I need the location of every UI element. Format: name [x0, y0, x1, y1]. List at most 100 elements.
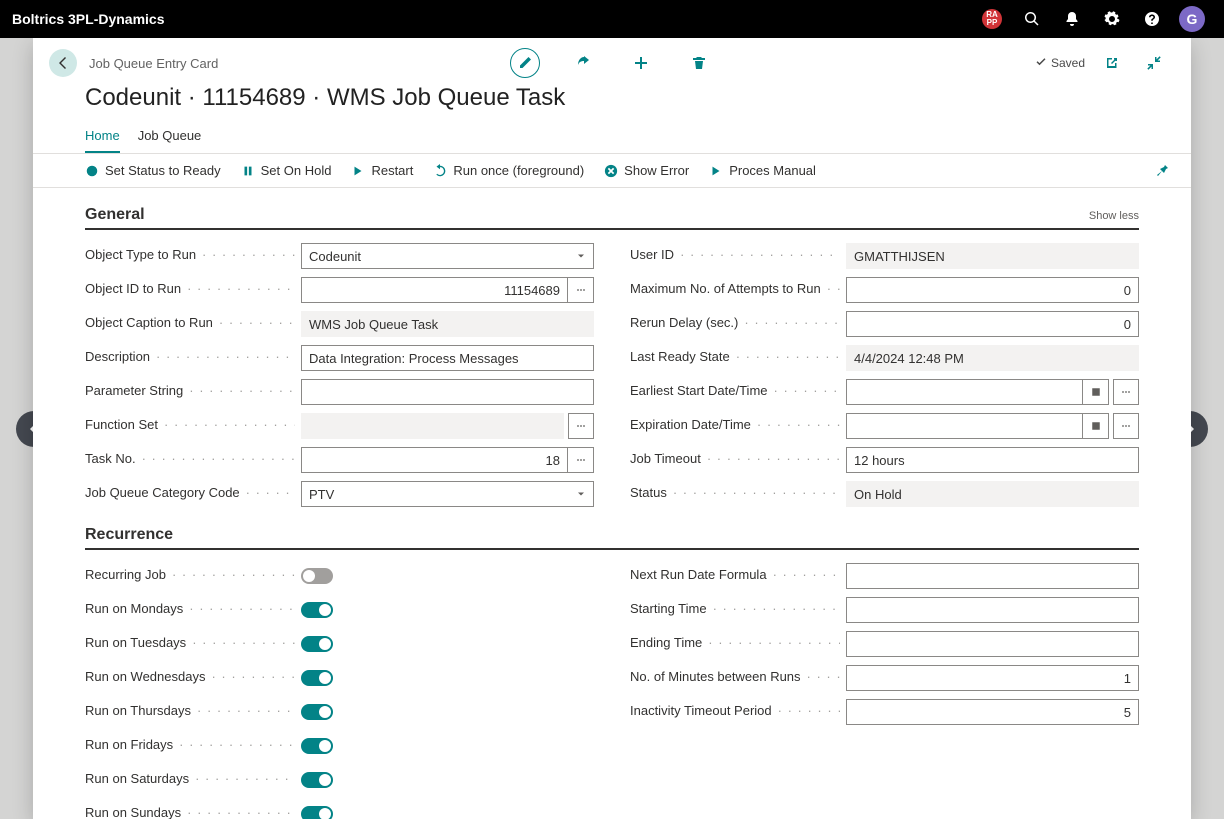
- expiration-input[interactable]: [846, 413, 1083, 439]
- object-id-lookup[interactable]: [568, 277, 594, 303]
- settings-icon[interactable]: [1092, 0, 1132, 38]
- saved-indicator: Saved: [1035, 56, 1085, 70]
- expiration-calendar[interactable]: [1083, 413, 1109, 439]
- stage: Job Queue Entry Card Saved: [0, 38, 1224, 819]
- toggle-mon[interactable]: [301, 602, 333, 618]
- status-value: On Hold: [846, 481, 1139, 507]
- section-recurrence-title: Recurrence: [85, 526, 173, 544]
- toggle-tue[interactable]: [301, 636, 333, 652]
- breadcrumb: Job Queue Entry Card: [89, 56, 218, 71]
- label-mon: Run on Mondays: [85, 601, 295, 619]
- collapse-icon[interactable]: [1139, 48, 1169, 78]
- label-max-attempts: Maximum No. of Attempts to Run: [630, 281, 840, 299]
- show-less-button[interactable]: Show less: [1089, 210, 1139, 222]
- job-queue-category-select[interactable]: PTV: [301, 481, 594, 507]
- delete-icon[interactable]: [684, 48, 714, 78]
- label-parameter-string: Parameter String: [85, 383, 295, 401]
- label-expiration: Expiration Date/Time: [630, 417, 840, 435]
- action-run-once[interactable]: Run once (foreground): [433, 160, 584, 181]
- function-set-value: [301, 413, 564, 439]
- label-object-caption: Object Caption to Run: [85, 315, 295, 333]
- label-recurring: Recurring Job: [85, 567, 295, 585]
- label-function-set: Function Set: [85, 417, 295, 435]
- head-actions-center: [510, 48, 714, 78]
- label-earliest-start: Earliest Start Date/Time: [630, 383, 840, 401]
- description-input[interactable]: [301, 345, 594, 371]
- label-last-ready: Last Ready State: [630, 349, 840, 367]
- action-proces-manual[interactable]: Proces Manual: [709, 160, 816, 181]
- starting-time-input[interactable]: [846, 597, 1139, 623]
- rapp-badge[interactable]: RA PP: [972, 0, 1012, 38]
- inactivity-timeout-input[interactable]: [846, 699, 1139, 725]
- new-icon[interactable]: [626, 48, 656, 78]
- label-thu: Run on Thursdays: [85, 703, 295, 721]
- label-status: Status: [630, 485, 840, 503]
- label-task-no: Task No.: [85, 451, 295, 469]
- pin-icon[interactable]: [1153, 161, 1169, 180]
- label-object-type: Object Type to Run: [85, 247, 295, 265]
- back-button[interactable]: [49, 49, 77, 77]
- tab-jobqueue[interactable]: Job Queue: [138, 122, 202, 153]
- max-attempts-input[interactable]: [846, 277, 1139, 303]
- label-job-timeout: Job Timeout: [630, 451, 840, 469]
- general-grid: Object Type to Run Codeunit User ID GMAT…: [85, 242, 1139, 508]
- label-starting-time: Starting Time: [630, 601, 840, 619]
- label-tue: Run on Tuesdays: [85, 635, 295, 653]
- action-show-error[interactable]: Show Error: [604, 160, 689, 181]
- earliest-start-more[interactable]: [1113, 379, 1139, 405]
- toggle-thu[interactable]: [301, 704, 333, 720]
- search-icon[interactable]: [1012, 0, 1052, 38]
- user-id-value: GMATTHIJSEN: [846, 243, 1139, 269]
- earliest-start-input[interactable]: [846, 379, 1083, 405]
- edit-button[interactable]: [510, 48, 540, 78]
- object-id-input[interactable]: [301, 277, 568, 303]
- job-timeout-input[interactable]: [846, 447, 1139, 473]
- parameter-string-input[interactable]: [301, 379, 594, 405]
- label-next-formula: Next Run Date Formula: [630, 567, 840, 585]
- notification-icon[interactable]: [1052, 0, 1092, 38]
- toggle-sat[interactable]: [301, 772, 333, 788]
- label-sun: Run on Sundays: [85, 805, 295, 819]
- earliest-start-calendar[interactable]: [1083, 379, 1109, 405]
- toggle-wed[interactable]: [301, 670, 333, 686]
- label-job-queue-category: Job Queue Category Code: [85, 485, 295, 503]
- help-icon[interactable]: [1132, 0, 1172, 38]
- toggle-recurring[interactable]: [301, 568, 333, 584]
- card-body: General Show less Object Type to Run Cod…: [33, 188, 1191, 819]
- label-object-id: Object ID to Run: [85, 281, 295, 299]
- function-set-more[interactable]: [568, 413, 594, 439]
- label-user-id: User ID: [630, 247, 840, 265]
- label-sat: Run on Saturdays: [85, 771, 295, 789]
- popout-icon[interactable]: [1097, 48, 1127, 78]
- object-type-select[interactable]: Codeunit: [301, 243, 594, 269]
- action-set-ready[interactable]: Set Status to Ready: [85, 160, 221, 181]
- action-set-hold[interactable]: Set On Hold: [241, 160, 332, 181]
- toggle-fri[interactable]: [301, 738, 333, 754]
- label-fri: Run on Fridays: [85, 737, 295, 755]
- label-minutes-between: No. of Minutes between Runs: [630, 669, 840, 687]
- task-no-more[interactable]: [568, 447, 594, 473]
- ending-time-input[interactable]: [846, 631, 1139, 657]
- expiration-more[interactable]: [1113, 413, 1139, 439]
- card-header: Job Queue Entry Card Saved: [33, 38, 1191, 78]
- topbar: Boltrics 3PL-Dynamics RA PP G: [0, 0, 1224, 38]
- actionbar: Set Status to Ready Set On Hold Restart …: [33, 154, 1191, 188]
- action-restart[interactable]: Restart: [351, 160, 413, 181]
- task-no-input[interactable]: [301, 447, 568, 473]
- user-avatar[interactable]: G: [1172, 0, 1212, 38]
- share-icon[interactable]: [568, 48, 598, 78]
- rerun-delay-input[interactable]: [846, 311, 1139, 337]
- label-wed: Run on Wednesdays: [85, 669, 295, 687]
- section-recurrence-header: Recurrence: [85, 526, 1139, 550]
- app-title: Boltrics 3PL-Dynamics: [12, 11, 165, 27]
- label-rerun-delay: Rerun Delay (sec.): [630, 315, 840, 333]
- tab-home[interactable]: Home: [85, 122, 120, 153]
- label-inactivity-timeout: Inactivity Timeout Period: [630, 703, 840, 721]
- section-general-header: General Show less: [85, 206, 1139, 230]
- last-ready-value: 4/4/2024 12:48 PM: [846, 345, 1139, 371]
- next-formula-input[interactable]: [846, 563, 1139, 589]
- label-ending-time: Ending Time: [630, 635, 840, 653]
- page-title: Codeunit · 11154689 · WMS Job Queue Task: [33, 78, 1191, 122]
- toggle-sun[interactable]: [301, 806, 333, 819]
- minutes-between-input[interactable]: [846, 665, 1139, 691]
